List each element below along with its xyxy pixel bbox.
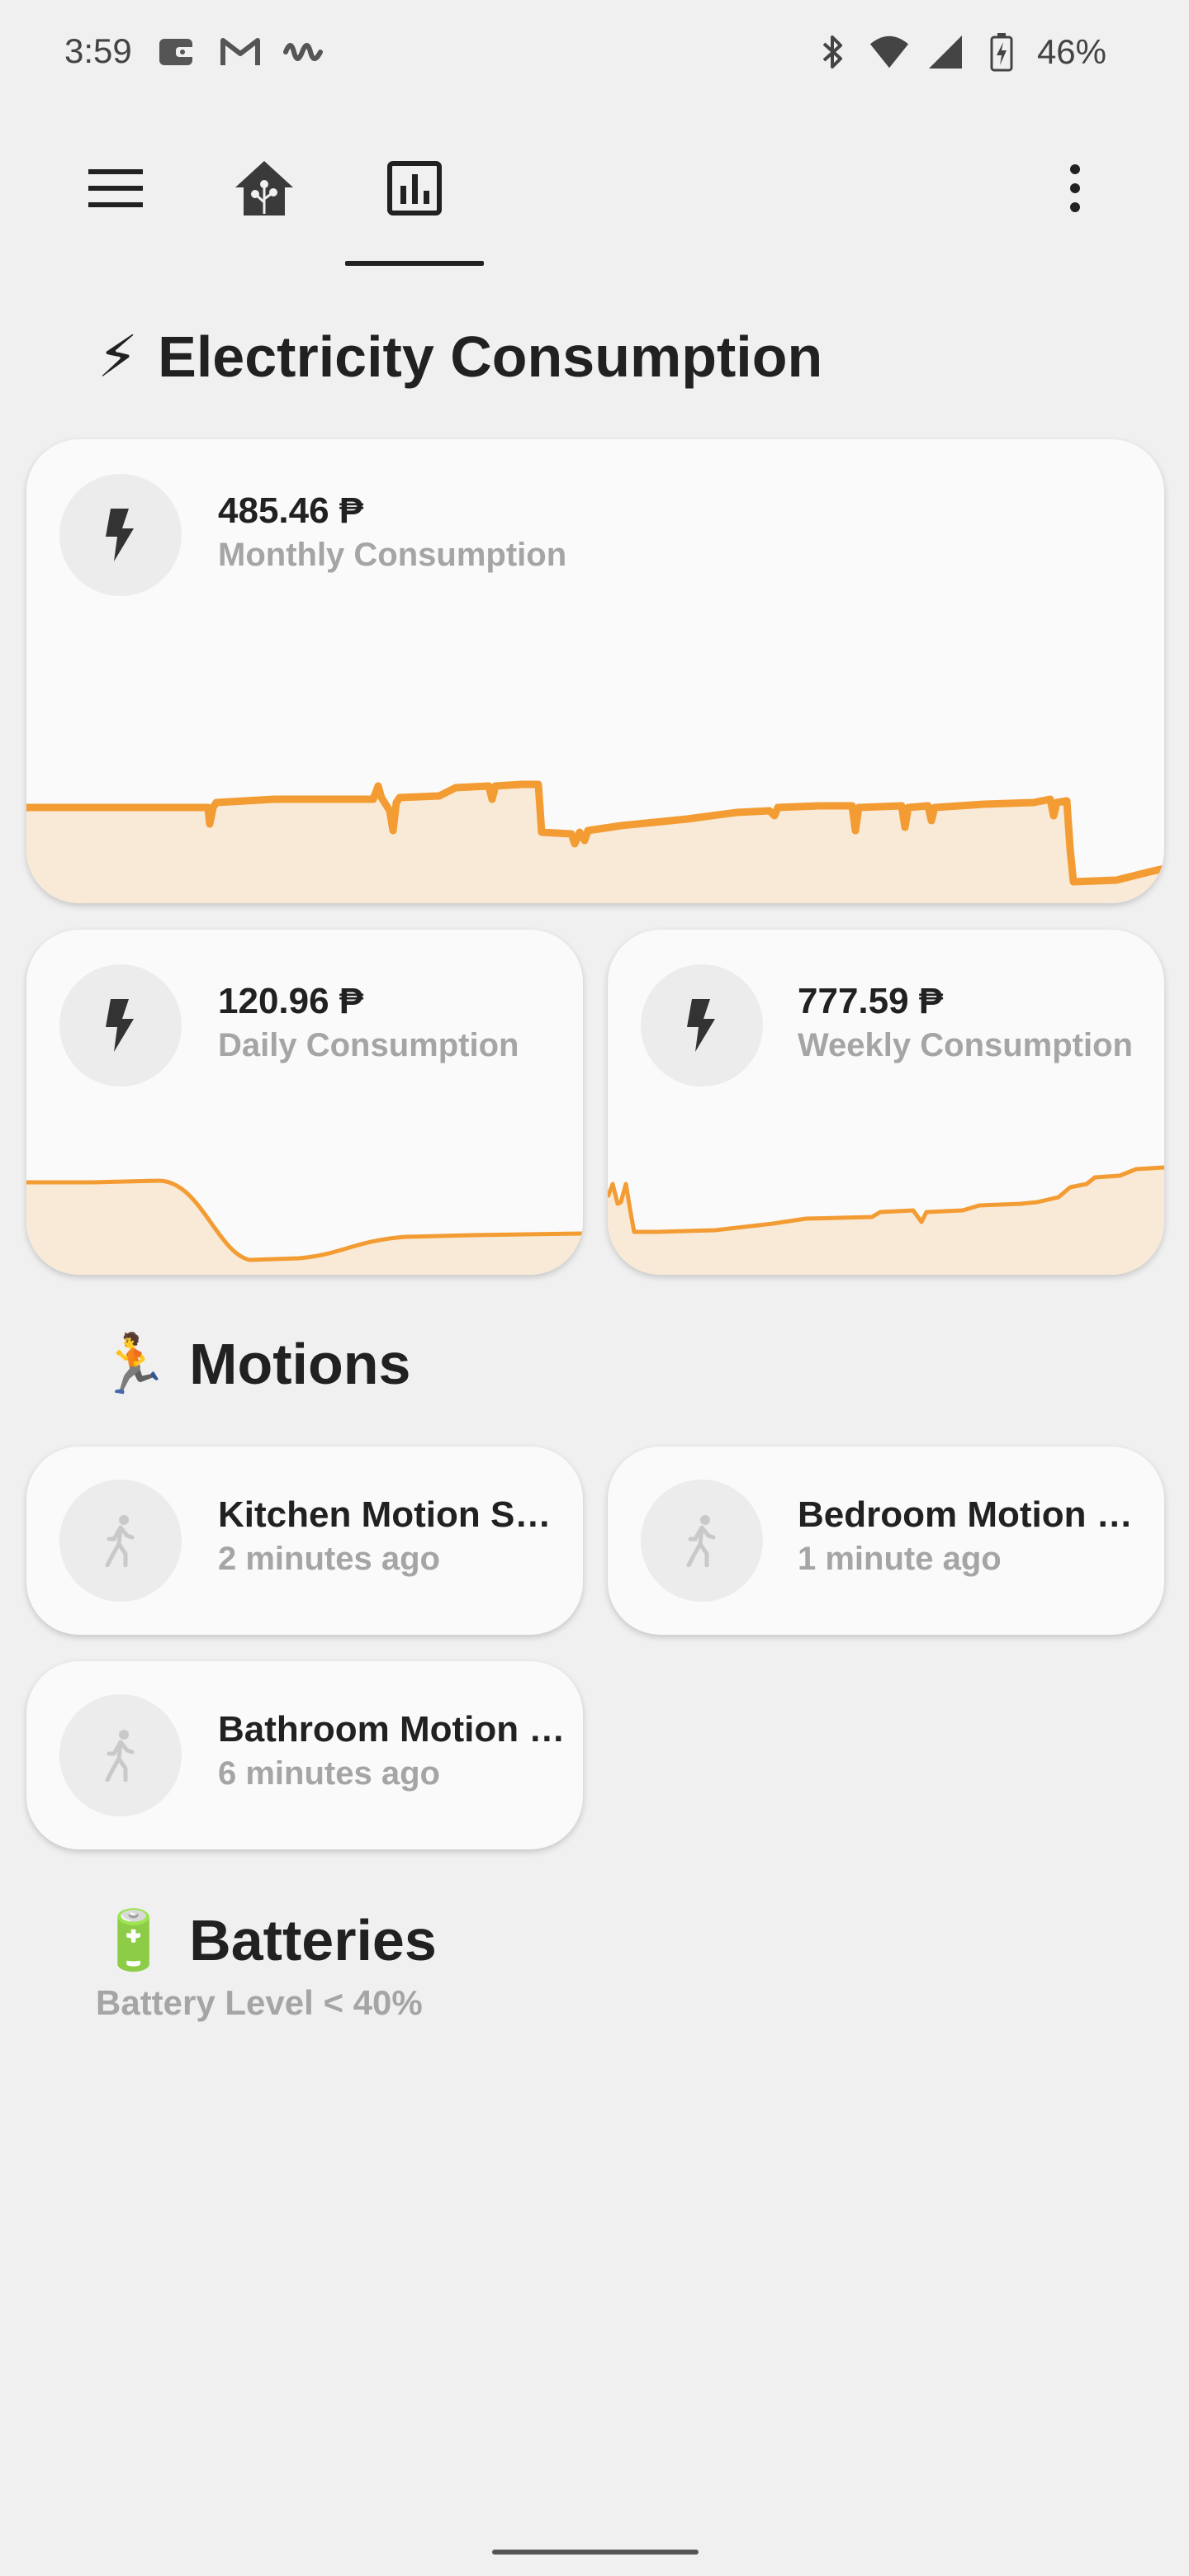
bathroom-motion-state: 6 minutes ago	[218, 1755, 440, 1792]
batteries-section-title: Batteries	[189, 1908, 437, 1972]
bluetooth-icon	[812, 31, 854, 73]
monthly-label: Monthly Consumption	[218, 537, 567, 573]
wifi-icon	[869, 31, 910, 73]
daily-label: Daily Consumption	[218, 1027, 519, 1063]
daily-chart-area	[26, 1181, 583, 1275]
wallet-icon	[157, 31, 198, 73]
monthly-value: 485.46 ₱	[218, 490, 364, 531]
bedroom-motion-icon-badge	[641, 1480, 763, 1602]
battery-emoji: 🔋	[97, 1908, 170, 1972]
bathroom-motion-card[interactable]: Bathroom Motion … 6 minutes ago	[26, 1661, 583, 1849]
weekly-chart	[608, 1165, 1164, 1275]
kitchen-motion-state: 2 minutes ago	[218, 1541, 440, 1577]
home-indicator[interactable]	[492, 2550, 699, 2555]
weekly-consumption-card[interactable]: 777.59 ₱ Weekly Consumption	[608, 930, 1164, 1275]
tab-energy[interactable]	[373, 147, 456, 230]
lightning-emoji: ⚡	[97, 324, 139, 389]
status-left-icons	[157, 31, 324, 73]
kitchen-motion-icon-badge	[59, 1480, 182, 1602]
gmail-icon	[220, 31, 261, 73]
bedroom-motion-card[interactable]: Bedroom Motion … 1 minute ago	[608, 1447, 1164, 1635]
daily-value: 120.96 ₱	[218, 981, 364, 1021]
kitchen-motion-name: Kitchen Motion Se…	[218, 1494, 568, 1535]
menu-button[interactable]	[74, 147, 157, 230]
bedroom-motion-name: Bedroom Motion …	[798, 1494, 1133, 1535]
monthly-consumption-card[interactable]: 485.46 ₱ Monthly Consumption	[26, 439, 1164, 903]
bar-chart-icon	[387, 161, 442, 215]
tab-home[interactable]	[223, 147, 306, 230]
walking-person-icon	[105, 1515, 135, 1567]
overflow-menu-button[interactable]	[1034, 147, 1116, 230]
electricity-section-title: Electricity Consumption	[158, 324, 823, 389]
status-time: 3:59	[64, 31, 132, 70]
bedroom-motion-state: 1 minute ago	[798, 1541, 1002, 1577]
weekly-icon-badge	[641, 964, 763, 1087]
battery-percent: 46%	[1036, 32, 1106, 71]
status-right: 46%	[812, 31, 1106, 73]
lightning-bolt-icon	[687, 999, 715, 1052]
electricity-section-header: ⚡ Electricity Consumption	[97, 324, 822, 390]
motions-section-title: Motions	[189, 1332, 411, 1396]
more-vertical-icon	[1070, 164, 1080, 212]
walking-person-icon	[686, 1515, 716, 1567]
daily-consumption-card[interactable]: 120.96 ₱ Daily Consumption	[26, 930, 583, 1275]
hamburger-icon	[88, 169, 143, 207]
motions-section-header: 🏃 Motions	[97, 1331, 410, 1397]
selected-tab-indicator	[345, 261, 484, 266]
home-assistant-icon	[235, 161, 293, 215]
waveform-icon	[282, 31, 324, 73]
signal-icon	[925, 31, 966, 73]
weekly-value: 777.59 ₱	[798, 981, 944, 1021]
bathroom-motion-icon-badge	[59, 1694, 182, 1816]
kitchen-motion-card[interactable]: Kitchen Motion Se… 2 minutes ago	[26, 1447, 583, 1635]
batteries-section-subtitle: Battery Level < 40%	[96, 1983, 423, 2022]
runner-emoji: 🏃	[97, 1332, 170, 1396]
monthly-icon-badge	[59, 474, 182, 596]
daily-icon-badge	[59, 964, 182, 1087]
weekly-label: Weekly Consumption	[798, 1027, 1133, 1063]
battery-charging-icon	[981, 31, 1022, 73]
walking-person-icon	[105, 1730, 135, 1782]
lightning-bolt-icon	[106, 999, 134, 1052]
bathroom-motion-name: Bathroom Motion …	[218, 1709, 566, 1750]
daily-chart	[26, 1178, 583, 1275]
batteries-section-header: 🔋 Batteries	[97, 1907, 437, 1973]
monthly-chart	[26, 780, 1164, 903]
lightning-bolt-icon	[106, 509, 134, 561]
